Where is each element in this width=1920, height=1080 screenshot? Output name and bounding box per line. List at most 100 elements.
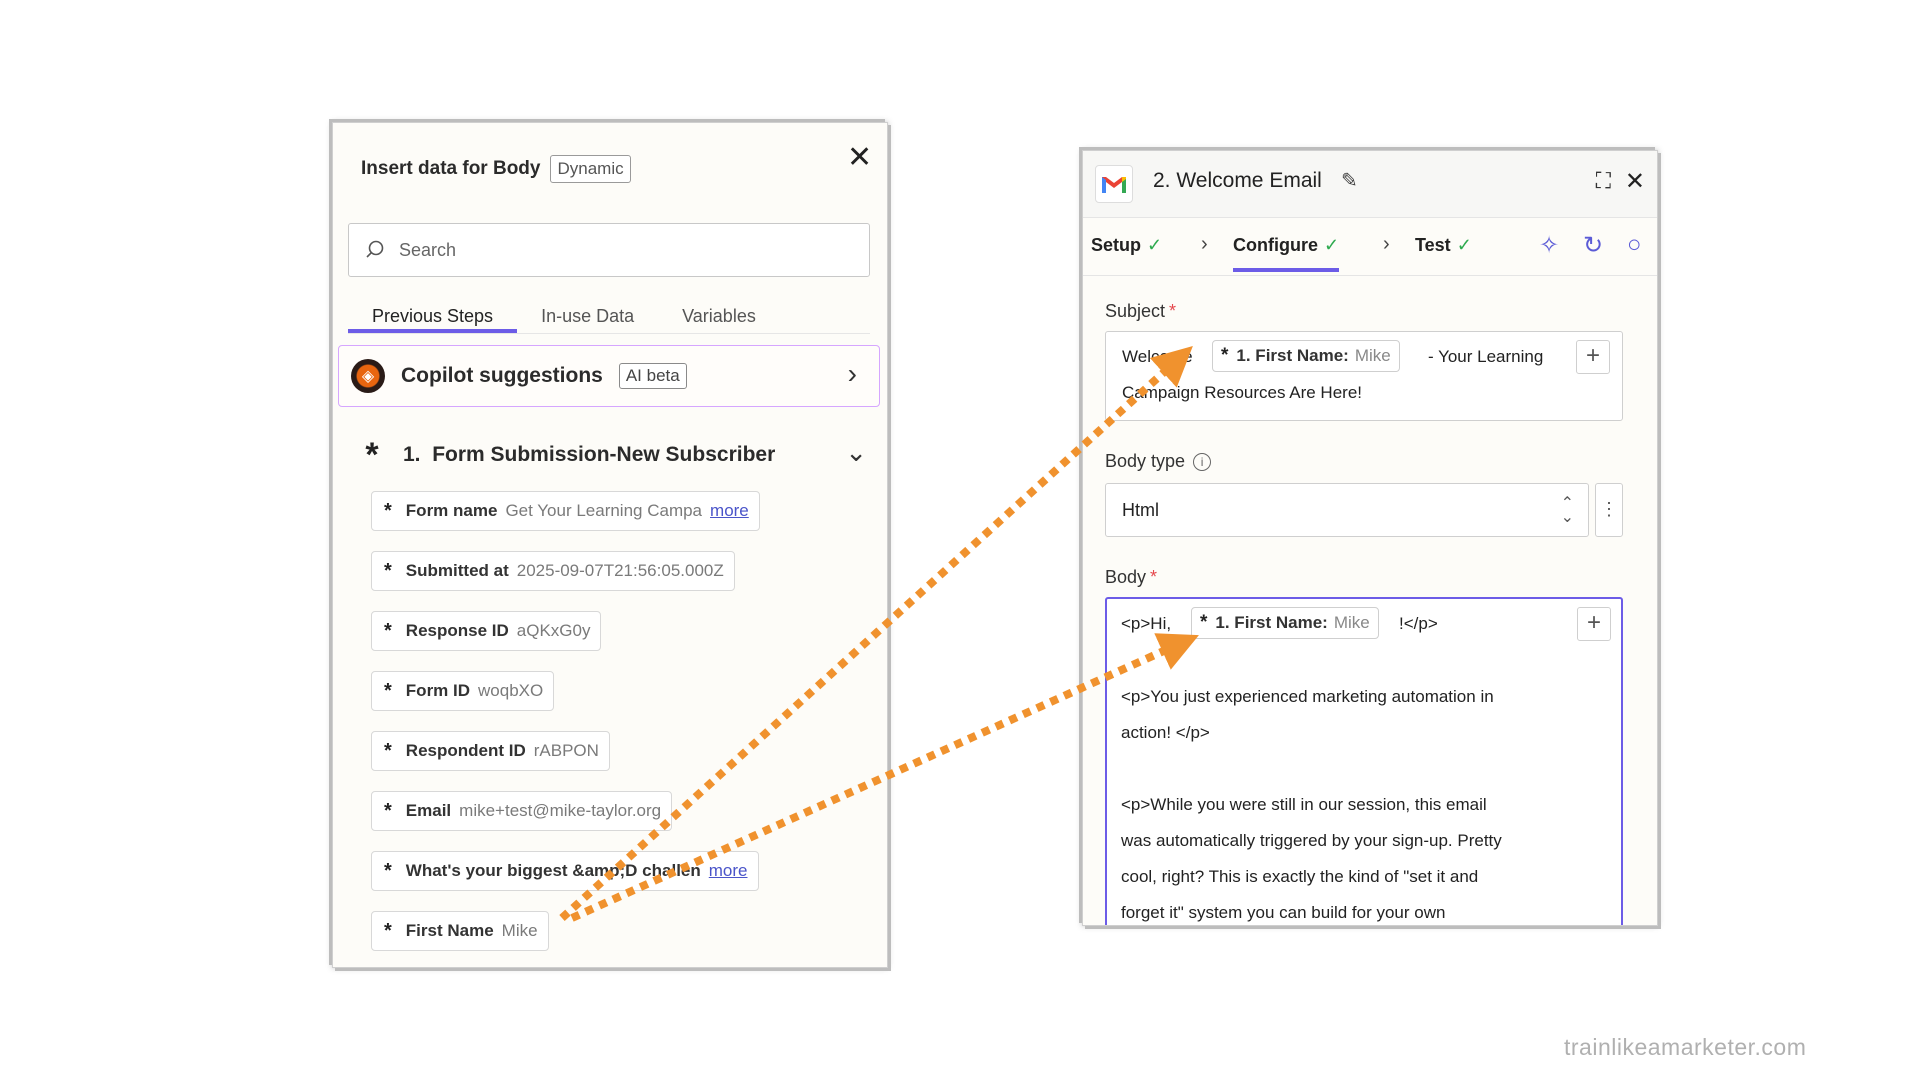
field-value: aQKxG0y [516, 621, 591, 640]
asterisk-icon: * [384, 679, 392, 702]
subject-label: Subject * [1105, 301, 1176, 322]
pencil-icon[interactable]: ✎ [1341, 168, 1358, 193]
panel-title-text: Insert data for Body [361, 158, 541, 179]
body-editor[interactable]: <p>Hi, * 1. First Name: Mike !</p> + <p>… [1105, 597, 1623, 925]
step-header[interactable]: * 1. Form Submission-New Subscriber ⌄ [357, 435, 867, 475]
field-value: rABPON [533, 741, 599, 760]
close-icon[interactable]: ✕ [847, 143, 872, 173]
expand-icon[interactable]: ⛶ [1596, 168, 1611, 194]
field-name: Submitted at [405, 561, 509, 580]
body-text-line: action! </p> [1121, 723, 1210, 742]
field-value: woqbXO [478, 681, 544, 700]
step-title-text: Form Submission-New Subscriber [432, 443, 776, 466]
chevron-right-icon: › [1383, 233, 1390, 255]
field-name: First Name [405, 921, 494, 940]
asterisk-icon: * [384, 739, 392, 762]
field-value: Mike [501, 921, 538, 940]
refresh-icon[interactable]: ↻ [1583, 231, 1603, 260]
field-name: Respondent ID [405, 741, 526, 760]
more-link[interactable]: more [710, 501, 749, 521]
tab-variables[interactable]: Variables [658, 301, 780, 333]
more-options-icon[interactable]: ⋮ [1595, 483, 1623, 537]
info-icon[interactable]: i [1193, 453, 1212, 471]
field-form-name[interactable]: * Form name Get Your Learning Campa more [371, 491, 760, 531]
tab-label: Test [1415, 235, 1451, 255]
asterisk-icon: * [384, 919, 392, 942]
chevron-updown-icon: ⌃ ⌄ [1560, 495, 1574, 527]
subject-text-line2: Campaign Resources Are Here! [1122, 383, 1363, 402]
field-biggest-challenge[interactable]: * What's your biggest &amp;D challen mor… [371, 851, 759, 891]
tab-setup[interactable]: Setup ✓ [1091, 235, 1162, 256]
body-text-line: was automatically triggered by your sign… [1121, 831, 1502, 850]
body-type-select[interactable]: Html ⌃ ⌄ [1105, 483, 1589, 537]
tab-configure[interactable]: Configure ✓ [1233, 235, 1340, 272]
search-icon [366, 240, 384, 258]
body-label: Body * [1105, 567, 1157, 588]
welcome-email-panel: 2. Welcome Email ✎ ⛶ ✕ Setup ✓ › Configur… [1082, 150, 1658, 926]
copilot-suggestions-row[interactable]: ◈ Copilot suggestions AI beta › [338, 345, 880, 407]
field-respondent-id[interactable]: * Respondent ID rABPON [371, 731, 610, 771]
first-name-pill[interactable]: * 1. First Name: Mike [1212, 340, 1400, 372]
asterisk-icon: * [365, 436, 379, 474]
body-text-line1-before: <p>Hi, [1121, 614, 1172, 633]
add-data-button[interactable]: + [1576, 340, 1610, 374]
check-icon: ✓ [1456, 235, 1472, 255]
body-text-line: <p>While you were still in our session, … [1121, 795, 1487, 814]
search-input[interactable] [397, 238, 841, 262]
asterisk-icon: * [1221, 345, 1229, 366]
asterisk-icon: * [1200, 612, 1208, 633]
asterisk-icon: * [384, 619, 392, 642]
tab-label: Setup [1091, 235, 1142, 255]
field-name: Email [405, 801, 452, 820]
field-value: mike+test@mike-taylor.org [459, 801, 662, 820]
step-title: 1. Form Submission-New Subscriber [403, 443, 775, 467]
panel-header: 2. Welcome Email ✎ ⛶ ✕ [1083, 151, 1657, 218]
body-type-label: Body type i [1105, 451, 1212, 472]
asterisk-icon: * [384, 499, 392, 522]
copilot-label: Copilot suggestions [401, 364, 603, 387]
check-icon: ✓ [1324, 235, 1340, 255]
step-tabs: Setup ✓ › Configure ✓ › Test ✓ ✧ ↻ ○ [1083, 217, 1657, 276]
field-name: Response ID [405, 621, 509, 640]
step-number: 1. [403, 443, 421, 466]
field-submitted-at[interactable]: * Submitted at 2025-09-07T21:56:05.000Z [371, 551, 735, 591]
close-icon[interactable]: ✕ [1625, 167, 1645, 196]
chevron-down-icon[interactable]: ⌄ [845, 437, 867, 468]
body-type-label-text: Body type [1105, 451, 1186, 471]
field-response-id[interactable]: * Response ID aQKxG0y [371, 611, 602, 651]
field-name: Form ID [405, 681, 471, 700]
body-text-line: forget it" system you can build for your… [1121, 903, 1446, 922]
first-name-pill[interactable]: * 1. First Name: Mike [1191, 607, 1379, 639]
pill-name: 1. First Name: [1215, 613, 1328, 632]
tab-previous-steps[interactable]: Previous Steps [348, 301, 518, 333]
dynamic-badge: Dynamic [550, 155, 631, 183]
subject-input[interactable]: Welcome * 1. First Name: Mike - Your Lea… [1105, 331, 1623, 421]
asterisk-icon: * [384, 859, 392, 882]
more-link[interactable]: more [709, 861, 748, 881]
pill-value: Mike [1333, 613, 1370, 632]
asterisk-icon: * [384, 799, 392, 822]
chevron-right-icon: › [847, 358, 857, 389]
add-data-button[interactable]: + [1577, 607, 1611, 641]
search-icon[interactable]: ○ [1627, 231, 1642, 259]
subject-label-text: Subject [1105, 301, 1166, 321]
body-text-line: cool, right? This is exactly the kind of… [1121, 867, 1479, 886]
panel-title: Insert data for Body Dynamic [361, 155, 631, 183]
field-email[interactable]: * Email mike+test@mike-taylor.org [371, 791, 673, 831]
tab-bar: Previous Steps In-use Data Variables [348, 301, 870, 334]
gmail-icon [1095, 165, 1133, 203]
body-text-line: <p>You just experienced marketing automa… [1121, 687, 1494, 706]
tab-in-use-data[interactable]: In-use Data [517, 301, 658, 333]
tab-test[interactable]: Test ✓ [1415, 235, 1472, 256]
sparkle-icon[interactable]: ✧ [1539, 231, 1559, 260]
body-text-line1-after: !</p> [1399, 614, 1438, 633]
email-step-title: 2. Welcome Email [1153, 169, 1322, 192]
field-form-id[interactable]: * Form ID woqbXO [371, 671, 555, 711]
field-value: 2025-09-07T21:56:05.000Z [516, 561, 724, 580]
body-type-value: Html [1122, 500, 1159, 520]
check-icon: ✓ [1147, 235, 1163, 255]
field-first-name[interactable]: * First Name Mike [371, 911, 549, 951]
pill-value: Mike [1354, 346, 1391, 365]
ai-beta-badge: AI beta [618, 363, 687, 389]
search-box[interactable] [348, 223, 870, 277]
